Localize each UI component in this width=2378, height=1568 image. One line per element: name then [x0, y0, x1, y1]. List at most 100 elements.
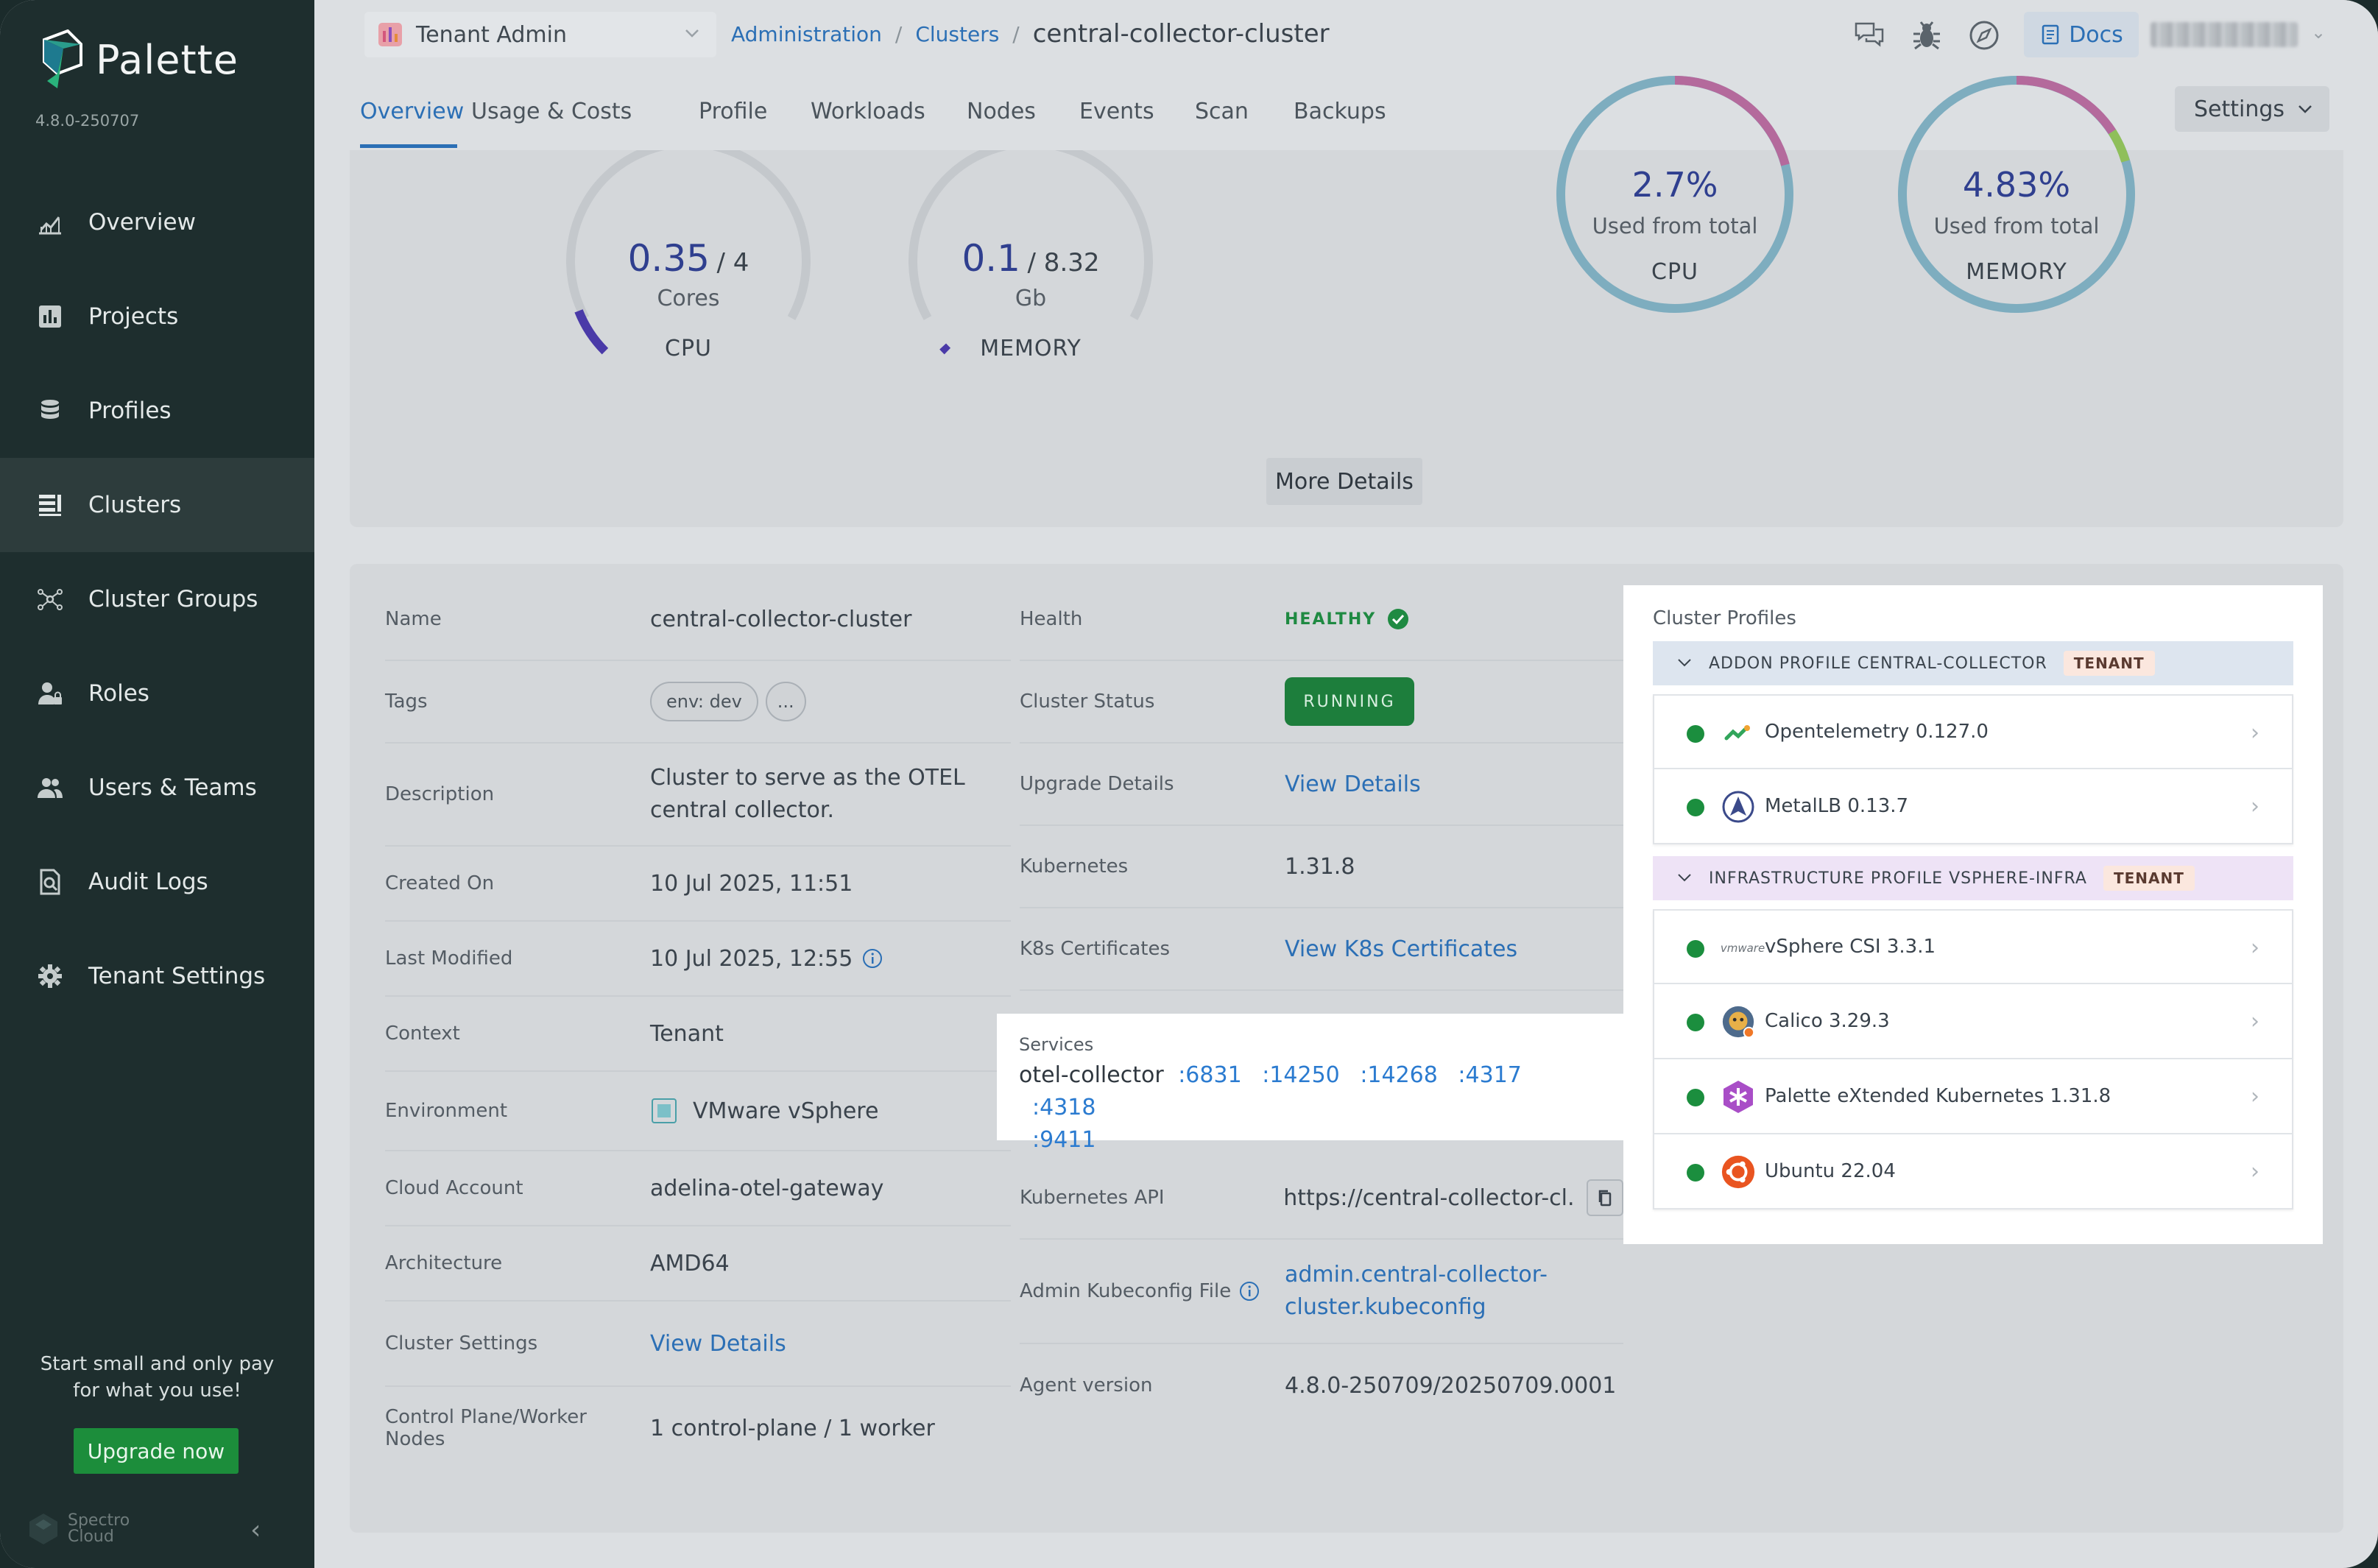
pack-row-palette-kubernetes[interactable]: Palette eXtended Kubernetes 1.31.8 ›	[1653, 1059, 2293, 1134]
tab-usage-costs[interactable]: Usage & Costs	[471, 99, 632, 124]
detail-label: Environment	[385, 1100, 508, 1122]
docs-button[interactable]: Docs	[2024, 12, 2139, 57]
service-port-link[interactable]: :14250	[1262, 1062, 1340, 1088]
detail-environment: Environment VMware vSphere	[385, 1072, 1011, 1151]
breadcrumb-administration[interactable]: Administration	[731, 22, 882, 46]
brand-line: Spectro	[68, 1511, 130, 1530]
top-actions	[1846, 12, 2018, 59]
tenant-selector[interactable]: Tenant Admin	[364, 12, 716, 57]
vmware-icon: vmware	[1720, 942, 1765, 955]
sidebar-item-cluster-groups[interactable]: Cluster Groups	[0, 552, 314, 646]
status-dot	[1687, 1014, 1704, 1031]
pack-row-opentelemetry[interactable]: Opentelemetry 0.127.0 ›	[1653, 694, 2293, 769]
cluster-name-value: central-collector-cluster	[650, 606, 912, 632]
service-port-link[interactable]: :14268	[1360, 1062, 1438, 1088]
detail-label: Architecture	[385, 1252, 503, 1274]
detail-tags: Tags env: dev ...	[385, 661, 1011, 744]
settings-label: Settings	[2194, 96, 2285, 122]
brand-line: Cloud	[68, 1528, 114, 1546]
tag-chip[interactable]: env: dev	[650, 682, 758, 721]
tab-nodes[interactable]: Nodes	[967, 99, 1036, 124]
service-port-link[interactable]: :4318	[1032, 1095, 1095, 1120]
tab-overview[interactable]: Overview	[360, 99, 464, 124]
breadcrumb-separator: /	[1012, 21, 1020, 46]
user-menu[interactable]	[2151, 22, 2298, 47]
sidebar-item-clusters[interactable]: Clusters	[0, 458, 314, 552]
service-port-link[interactable]: :4317	[1458, 1062, 1521, 1088]
tab-profile[interactable]: Profile	[699, 99, 767, 124]
service-port-link[interactable]: :6831	[1178, 1062, 1241, 1088]
memory-gauge: 0.1 / 8.32 Gb MEMORY	[898, 150, 1163, 371]
breadcrumb-clusters[interactable]: Clusters	[915, 22, 999, 46]
status-dot	[1687, 940, 1704, 958]
pack-row-metallb[interactable]: MetalLB 0.13.7 ›	[1653, 769, 2293, 844]
sidebar-item-projects[interactable]: Projects	[0, 269, 314, 364]
detail-label: Cluster Settings	[385, 1332, 538, 1355]
detail-description: Description Cluster to serve as the OTEL…	[385, 744, 1011, 847]
sidebar-item-profiles[interactable]: Profiles	[0, 364, 314, 458]
sidebar-item-audit-logs[interactable]: Audit Logs	[0, 835, 314, 929]
network-icon	[35, 585, 65, 614]
docs-icon	[2042, 24, 2059, 45]
info-icon[interactable]	[861, 947, 883, 970]
tab-scan[interactable]: Scan	[1195, 99, 1249, 124]
upgrade-now-button[interactable]: Upgrade now	[74, 1428, 239, 1474]
info-icon[interactable]	[1238, 1280, 1260, 1302]
detail-health: Health HEALTHY	[1020, 579, 1623, 661]
tab-backups[interactable]: Backups	[1294, 99, 1386, 124]
bug-icon[interactable]	[1903, 12, 1950, 59]
user-menu-chevron-icon[interactable]: ⌄	[2311, 22, 2333, 44]
status-dot	[1687, 725, 1704, 743]
detail-label: Cloud Account	[385, 1177, 523, 1199]
chevron-down-icon	[1678, 874, 1691, 882]
health-status: HEALTHY	[1285, 607, 1410, 631]
pack-name: vSphere CSI 3.3.1	[1765, 936, 1936, 958]
sidebar-nav: Overview Projects Profiles Clusters Clus…	[0, 175, 314, 1023]
breadcrumb-separator: /	[895, 21, 903, 46]
collapse-sidebar-icon[interactable]: ‹	[250, 1517, 272, 1544]
detail-agent-version: Agent version 4.8.0-250709/20250709.0001	[1020, 1344, 1623, 1427]
compass-icon[interactable]	[1961, 12, 2008, 59]
database-icon	[35, 396, 65, 425]
cpu-usage-value: 0.35 / 4	[627, 237, 749, 280]
sidebar-item-users-teams[interactable]: Users & Teams	[0, 741, 314, 835]
settings-dropdown[interactable]: Settings	[2175, 86, 2329, 132]
pack-row-calico[interactable]: Calico 3.29.3 ›	[1653, 984, 2293, 1059]
upgrade-details-link[interactable]: View Details	[1285, 771, 1421, 797]
k8s-certificates-link[interactable]: View K8s Certificates	[1285, 936, 1517, 962]
tenant-tag: TENANT	[2103, 866, 2195, 891]
sidebar-item-overview[interactable]: Overview	[0, 175, 314, 269]
cluster-settings-link[interactable]: View Details	[650, 1331, 786, 1357]
chat-icon[interactable]	[1846, 12, 1893, 59]
context-value: Tenant	[650, 1020, 724, 1047]
palette-logo-icon	[43, 29, 82, 88]
tab-events[interactable]: Events	[1079, 99, 1154, 124]
tab-workloads[interactable]: Workloads	[811, 99, 925, 124]
more-details-button[interactable]: More Details	[1266, 458, 1422, 505]
kubeconfig-link[interactable]: admin.central-collector-cluster.kubeconf…	[1285, 1259, 1548, 1324]
nodes-value: 1 control-plane / 1 worker	[650, 1415, 935, 1441]
infrastructure-profile-header[interactable]: INFRASTRUCTURE PROFILE VSPHERE-INFRA TEN…	[1653, 856, 2293, 900]
pack-name: Palette eXtended Kubernetes 1.31.8	[1765, 1085, 2111, 1107]
pack-row-ubuntu[interactable]: Ubuntu 22.04 ›	[1653, 1134, 2293, 1209]
detail-context: Context Tenant	[385, 997, 1011, 1072]
addon-profile-header[interactable]: ADDON PROFILE CENTRAL-COLLECTOR TENANT	[1653, 641, 2293, 685]
sidebar-item-tenant-settings[interactable]: Tenant Settings	[0, 929, 314, 1023]
more-tags-chip[interactable]: ...	[765, 682, 806, 721]
service-port-link[interactable]: :9411	[1032, 1127, 1095, 1153]
environment-value: VMware vSphere	[693, 1098, 879, 1124]
pack-row-vsphere-csi[interactable]: vmware vSphere CSI 3.3.1 ›	[1653, 909, 2293, 984]
palette-logo[interactable]: Palette	[38, 29, 239, 90]
gear-icon	[35, 961, 65, 991]
services-title: Services	[1019, 1034, 1094, 1055]
pack-name: Opentelemetry 0.127.0	[1765, 721, 1989, 743]
check-circle-icon	[1388, 609, 1409, 629]
sidebar-item-label: Audit Logs	[88, 869, 208, 895]
promo-line: for what you use!	[73, 1380, 241, 1402]
palette-kubernetes-icon	[1721, 1079, 1756, 1115]
sidebar-item-roles[interactable]: Roles	[0, 646, 314, 741]
memory-total-caption: Used from total	[1933, 213, 2100, 239]
copy-icon[interactable]	[1587, 1179, 1623, 1216]
detail-label: Tags	[385, 691, 428, 713]
memory-total-percent: 4.83%	[1962, 165, 2071, 205]
